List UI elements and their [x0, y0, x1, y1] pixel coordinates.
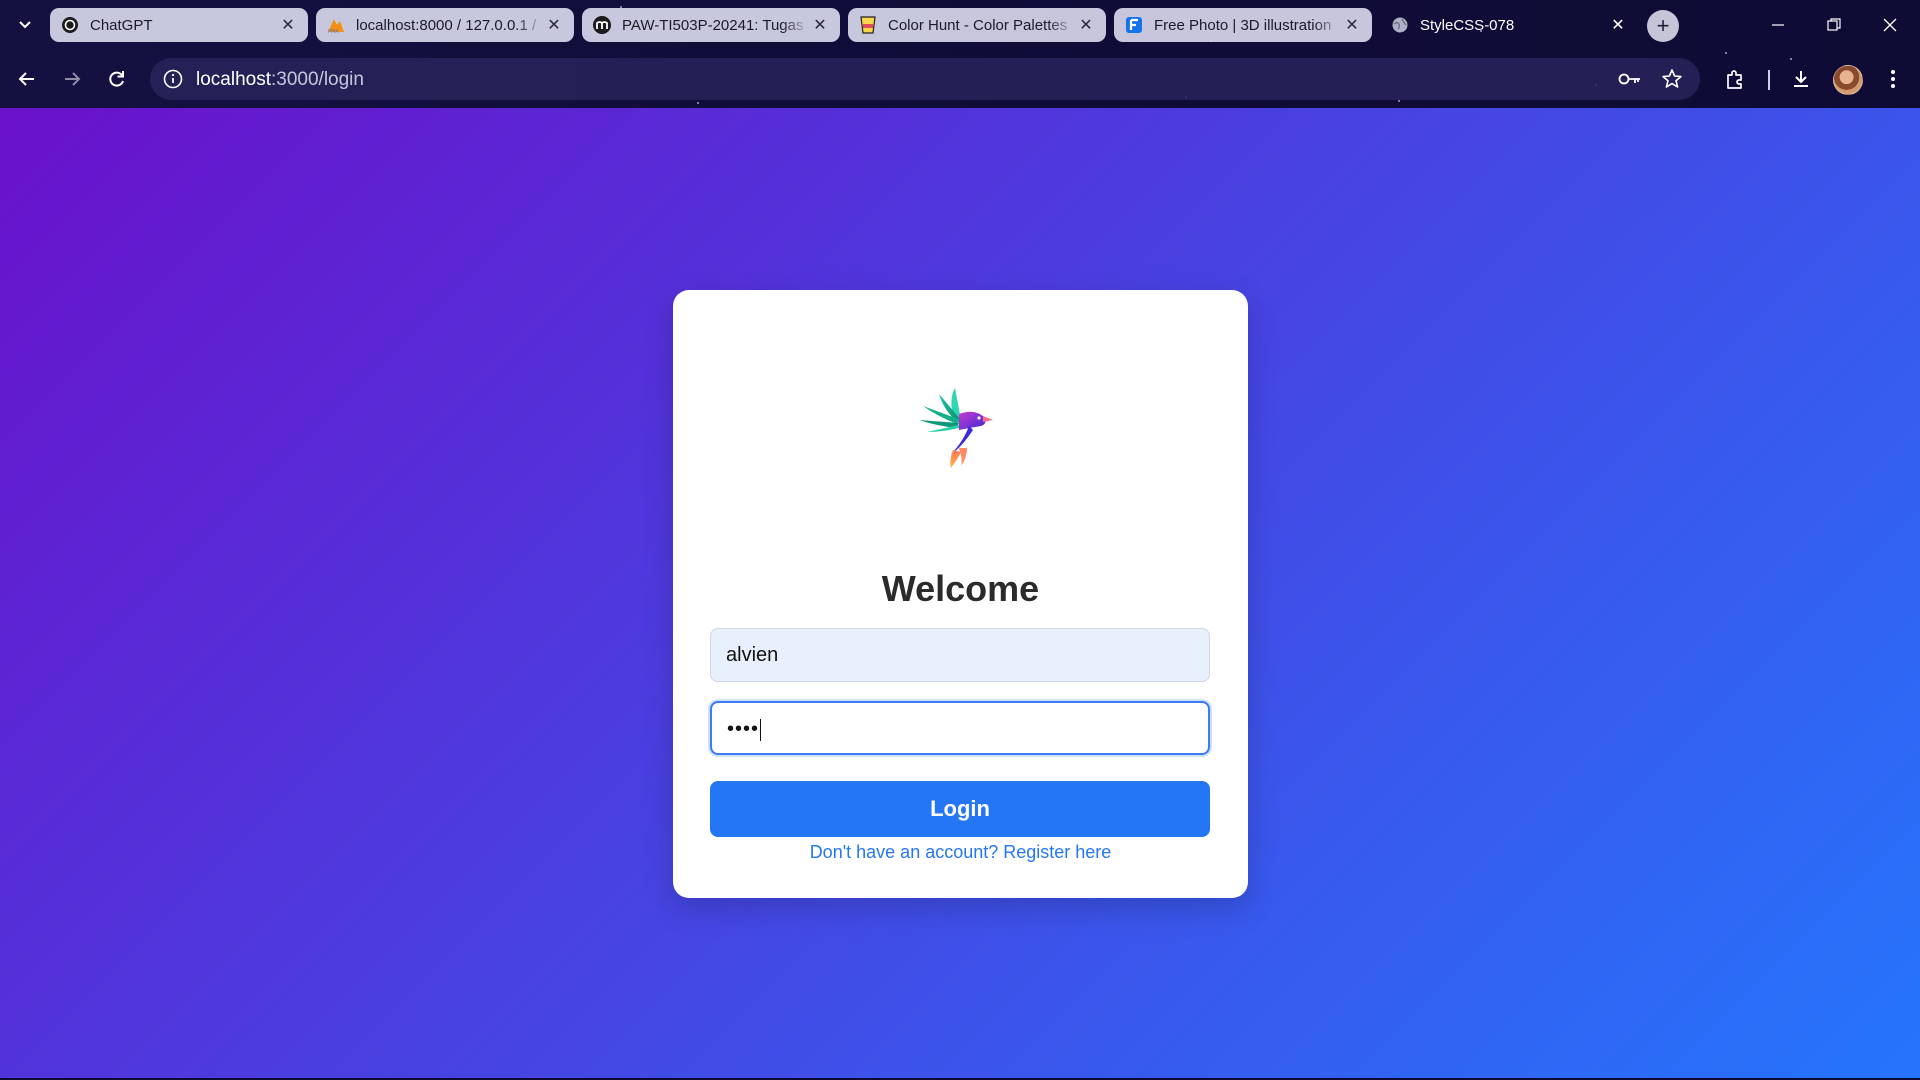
url-text: localhost:3000/login [196, 69, 364, 91]
svg-text:PMA: PMA [328, 29, 339, 34]
text-caret [760, 718, 762, 741]
close-tab-icon[interactable]: ✕ [278, 15, 298, 35]
globe-icon [1390, 15, 1410, 35]
tab-strip: ChatGPT ✕ PMA localhost:8000 / 127.0.0.1… [0, 0, 1920, 50]
new-tab-button[interactable]: + [1647, 10, 1679, 42]
tab-chatgpt[interactable]: ChatGPT ✕ [50, 8, 308, 42]
arrow-right-icon [65, 72, 81, 86]
minimize-icon [1772, 24, 1784, 26]
tab-title: PAW-TI503P-20241: Tugas [622, 16, 804, 34]
back-button[interactable] [10, 62, 44, 96]
close-icon [1883, 18, 1897, 32]
register-link[interactable]: Don't have an account? Register here [673, 842, 1248, 863]
address-bar[interactable]: localhost:3000/login [150, 58, 1700, 100]
tab-color-hunt[interactable]: Color Hunt - Color Palettes ✕ [848, 8, 1106, 42]
login-button[interactable]: Login [710, 781, 1210, 837]
url-host: localhost [196, 69, 271, 90]
moodle-icon [592, 15, 612, 35]
tab-title: Free Photo | 3D illustration [1154, 16, 1332, 34]
tab-title: localhost:8000 / 127.0.0.1 / [356, 16, 537, 34]
tab-phpmyadmin[interactable]: PMA localhost:8000 / 127.0.0.1 / ✕ [316, 8, 574, 42]
freepik-icon [1124, 15, 1144, 35]
tab-moodle[interactable]: PAW-TI503P-20241: Tugas ✕ [582, 8, 840, 42]
minimize-button[interactable] [1750, 0, 1806, 50]
username-input[interactable]: alvien [710, 628, 1210, 682]
tab-search-button[interactable] [10, 12, 40, 38]
close-tab-icon[interactable]: ✕ [810, 15, 830, 35]
phpmyadmin-icon: PMA [326, 15, 346, 35]
reload-icon [109, 71, 124, 87]
site-info-icon[interactable] [162, 68, 184, 90]
reload-button[interactable] [100, 62, 134, 96]
arrow-left-icon [18, 72, 34, 86]
bookmark-star-icon[interactable] [1660, 67, 1684, 91]
download-icon[interactable] [1788, 66, 1814, 92]
tab-stylecss-active[interactable]: StyleCSS-078 ✕ [1380, 8, 1638, 42]
tab-title: StyleCSS-078 [1420, 16, 1515, 34]
welcome-heading: Welcome [881, 568, 1040, 609]
forward-button[interactable] [55, 62, 89, 96]
bird-logo-icon [919, 388, 993, 468]
profile-avatar[interactable] [1833, 65, 1863, 95]
chatgpt-icon [60, 15, 80, 35]
tab-title: Color Hunt - Color Palettes [888, 16, 1068, 34]
close-tab-icon[interactable]: ✕ [1608, 15, 1628, 35]
toolbar-divider [1768, 70, 1770, 90]
chevron-down-icon [19, 21, 31, 29]
browser-toolbar: localhost:3000/login [0, 54, 1920, 104]
login-card: Welcome alvien •••• Login Don't have an … [673, 290, 1248, 898]
close-tab-icon[interactable]: ✕ [544, 15, 564, 35]
restore-icon [1827, 18, 1841, 31]
browser-chrome: ChatGPT ✕ PMA localhost:8000 / 127.0.0.1… [0, 0, 1920, 108]
password-input[interactable]: •••• [710, 701, 1210, 755]
password-mask: •••• [727, 718, 760, 740]
url-path: :3000/login [271, 69, 364, 90]
kebab-menu-icon[interactable] [1880, 66, 1906, 92]
color-hunt-icon [858, 15, 878, 35]
password-key-icon[interactable] [1618, 67, 1642, 91]
close-window-button[interactable] [1862, 0, 1918, 50]
extensions-icon[interactable] [1722, 66, 1748, 92]
close-tab-icon[interactable]: ✕ [1342, 15, 1362, 35]
page-background: Welcome alvien •••• Login Don't have an … [0, 108, 1920, 1078]
close-tab-icon[interactable]: ✕ [1076, 15, 1096, 35]
tab-title: ChatGPT [90, 16, 153, 34]
tab-freepik[interactable]: Free Photo | 3D illustration ✕ [1114, 8, 1372, 42]
restore-button[interactable] [1806, 0, 1862, 50]
